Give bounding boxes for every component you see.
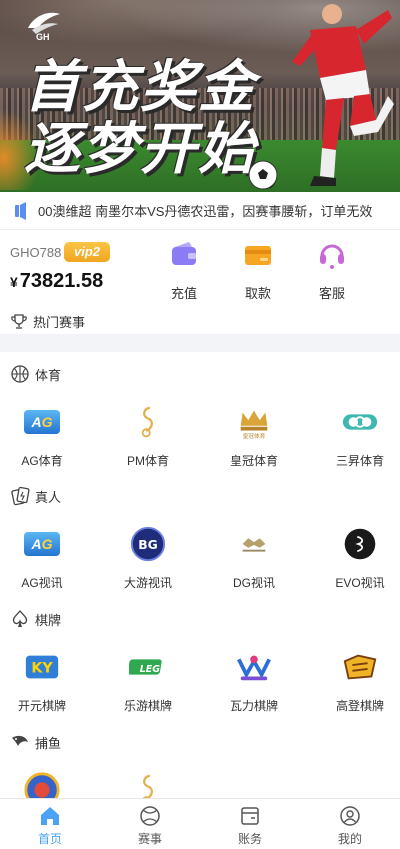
hot-events-label: 热门赛事 — [33, 315, 86, 330]
game-label: AG视讯 — [21, 576, 63, 590]
crown-logo-icon: 皇冠体育 — [234, 402, 274, 442]
user-id: GHO788 — [10, 245, 62, 260]
game-label: EVO视讯 — [335, 576, 385, 590]
game-label: 开元棋牌 — [17, 699, 66, 713]
svg-text:LEG: LEG — [140, 664, 161, 675]
leg-logo-icon: LEG — [128, 647, 168, 687]
bg-logo-icon: BG — [128, 524, 168, 564]
game-bg-live[interactable]: BG 大游视讯 — [98, 524, 198, 591]
balance-value: 73821.58 — [19, 270, 104, 292]
basketball-icon — [11, 365, 29, 383]
game-ag-sports[interactable]: AG AG体育 — [0, 402, 92, 469]
card-icon — [245, 246, 271, 265]
category-header-fishing: 捕鱼 — [10, 732, 61, 752]
withdraw-button[interactable]: 取款 — [228, 238, 288, 302]
tab-events[interactable]: 赛事 — [100, 799, 200, 849]
ag-logo-icon: AG — [22, 402, 62, 442]
fish-game-logo-icon — [22, 770, 62, 798]
card-game-icon — [11, 486, 30, 506]
pm-logo-icon — [128, 402, 168, 442]
tab-ledger[interactable]: 账务 — [200, 799, 300, 849]
game-label: 皇冠体育 — [229, 454, 278, 468]
game-categories: 体育 AG AG体育 PM体育 皇冠体育 皇冠体育 三昇体育 真人 AG AG视… — [0, 352, 400, 798]
banner-headline-2: 逐梦开始 — [24, 117, 256, 180]
account-panel: GHO788 vip2 ¥73821.58 充值 取款 客服 热门赛事 — [0, 230, 400, 334]
gaodeng-logo-icon — [340, 647, 380, 687]
game-dg-live[interactable]: DG视讯 — [204, 524, 304, 591]
trophy-icon — [11, 313, 27, 329]
speaker-icon — [15, 201, 26, 220]
bottom-tab-bar: 首页 赛事 账务 我的 — [0, 798, 400, 849]
category-title: 真人 — [35, 489, 62, 505]
home-icon — [41, 807, 59, 825]
notice-bar[interactable]: 00澳维超 南墨尔本VS丹德农迅雷，因赛事腰斩，订单无效 — [0, 192, 400, 230]
category-title: 捕鱼 — [35, 735, 62, 751]
game-label: 瓦力棋牌 — [229, 699, 278, 713]
withdraw-label: 取款 — [244, 286, 271, 301]
game-gaodeng-chess[interactable]: 高登棋牌 — [310, 647, 400, 714]
game-leg-chess[interactable]: LEG 乐游棋牌 — [98, 647, 198, 714]
support-label: 客服 — [318, 286, 345, 301]
balance-amount: ¥73821.58 — [10, 270, 103, 293]
category-title: 体育 — [35, 367, 62, 383]
tab-label: 首页 — [37, 832, 62, 846]
deposit-label: 充值 — [170, 286, 197, 301]
tab-label: 赛事 — [137, 832, 162, 846]
game-wali-chess[interactable]: 瓦力棋牌 — [204, 647, 304, 714]
category-header-live: 真人 — [10, 486, 61, 506]
game-sansheng-sports[interactable]: 三昇体育 — [310, 402, 400, 469]
soccer-ball-image — [248, 160, 278, 190]
ledger-icon — [241, 807, 259, 825]
deposit-button[interactable]: 充值 — [154, 238, 214, 302]
ag-logo-icon: AG — [22, 524, 62, 564]
svg-text:KY: KY — [31, 661, 53, 677]
wallet-icon — [172, 242, 196, 265]
notice-text: 00澳维超 南墨尔本VS丹德农迅雷，因赛事腰斩，订单无效 — [38, 204, 373, 219]
svg-text:皇冠体育: 皇冠体育 — [243, 432, 266, 440]
football-player-image — [270, 4, 394, 189]
dg-logo-icon — [234, 524, 274, 564]
app-root: GH 首充奖金 逐梦开始 00澳维超 南墨尔本VS丹德农迅雷，因赛事腰斩，订单无… — [0, 0, 400, 849]
game-fishing-2[interactable] — [98, 770, 198, 798]
game-label: DG视讯 — [232, 576, 275, 590]
tab-label: 我的 — [337, 832, 362, 846]
tab-profile[interactable]: 我的 — [300, 799, 400, 849]
currency-symbol: ¥ — [10, 274, 18, 290]
ky-logo-icon: KY — [22, 647, 62, 687]
game-label: 三昇体育 — [335, 454, 384, 468]
promo-banner[interactable]: GH 首充奖金 逐梦开始 — [0, 0, 400, 192]
profile-icon — [340, 806, 360, 826]
headset-icon — [320, 244, 344, 269]
ball-icon — [140, 806, 160, 826]
game-label: PM体育 — [126, 454, 169, 468]
game-evo-live[interactable]: EVO视讯 — [310, 524, 400, 591]
brand-logo-text: GH — [36, 32, 50, 42]
hot-events-link[interactable]: 热门赛事 — [10, 312, 85, 331]
wali-logo-icon — [234, 647, 274, 687]
section-divider — [0, 334, 400, 352]
game-crown-sports[interactable]: 皇冠体育 皇冠体育 — [204, 402, 304, 469]
tab-home[interactable]: 首页 — [0, 799, 100, 849]
game-ag-live[interactable]: AG AG视讯 — [0, 524, 92, 591]
tab-label: 账务 — [237, 832, 262, 846]
evo-logo-icon — [340, 524, 380, 564]
pm-logo-icon — [128, 770, 168, 798]
game-pm-sports[interactable]: PM体育 — [98, 402, 198, 469]
game-ky-chess[interactable]: KY 开元棋牌 — [0, 647, 92, 714]
support-button[interactable]: 客服 — [302, 238, 362, 302]
svg-text:BG: BG — [138, 538, 158, 552]
game-label: AG体育 — [21, 454, 63, 468]
game-label: 高登棋牌 — [335, 699, 384, 713]
category-header-chess: 棋牌 — [10, 609, 61, 629]
sansheng-logo-icon — [340, 402, 380, 442]
vip-badge: vip2 — [64, 242, 110, 262]
fish-icon — [12, 735, 28, 746]
category-title: 棋牌 — [35, 612, 62, 628]
game-label: 大游视讯 — [123, 576, 172, 590]
category-header-sports: 体育 — [10, 364, 61, 384]
game-label: 乐游棋牌 — [123, 699, 172, 713]
spade-icon — [12, 609, 28, 627]
game-fishing-1[interactable] — [0, 770, 92, 798]
